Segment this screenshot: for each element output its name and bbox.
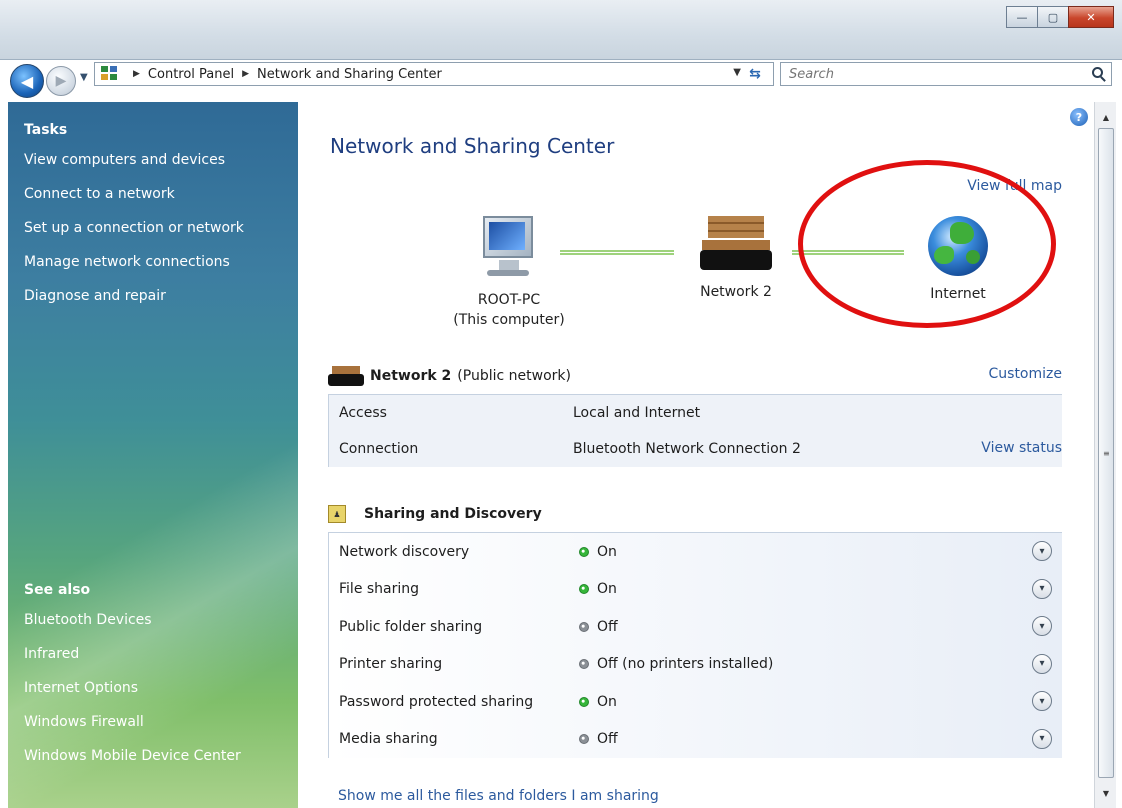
window-controls: — ▢ ✕ [1006,6,1114,28]
title-bar: — ▢ ✕ [0,0,1122,60]
network-row-connection: Connection Bluetooth Network Connection … [329,431,1062,467]
row-value: On [597,543,617,560]
vertical-scrollbar[interactable]: ▲ ≡ ▼ [1094,102,1116,808]
see-also-infrared[interactable]: Infrared [24,644,241,664]
scroll-up-icon[interactable]: ▲ [1097,108,1115,126]
network-details: Access Local and Internet Connection Blu… [328,394,1062,467]
network-header: Network 2 (Public network) Customize [328,364,1062,388]
row-key: Network discovery [339,543,470,560]
breadcrumb-network-sharing[interactable]: Network and Sharing Center [257,67,442,82]
row-value: Off [597,618,618,635]
computer-icon [473,212,545,284]
see-also-firewall[interactable]: Windows Firewall [24,712,241,732]
row-key: Password protected sharing [339,693,534,710]
task-manage-connections[interactable]: Manage network connections [24,252,298,272]
main-content: Network and Sharing Center View full map… [298,102,1094,808]
refresh-icon[interactable]: ⇆ [740,62,770,86]
network-section-name: Network 2 [370,368,452,384]
expand-chevron-icon[interactable]: ▾ [1032,691,1052,711]
scroll-thumb[interactable]: ≡ [1098,128,1114,778]
customize-link[interactable]: Customize [989,366,1063,382]
sharing-row-file-sharing: File sharing On ▾ [329,571,1062,609]
sharing-list: Network discovery On ▾ File sharing On ▾… [328,532,1062,758]
row-value: On [597,581,617,598]
search-box[interactable] [780,62,1112,86]
connection-line [560,250,674,255]
row-value: Local and Internet [573,405,701,421]
row-value: Off (no printers installed) [597,656,774,673]
task-diagnose-repair[interactable]: Diagnose and repair [24,286,298,306]
task-connect-network[interactable]: Connect to a network [24,184,298,204]
see-also-internet-options[interactable]: Internet Options [24,678,241,698]
sharing-icon: ♟ [328,505,346,523]
help-icon[interactable]: ? [1070,108,1088,126]
see-also-bluetooth[interactable]: Bluetooth Devices [24,610,241,630]
status-off-icon [579,734,589,745]
row-value: Off [597,731,618,748]
row-key: Access [339,405,387,421]
search-icon[interactable] [1092,67,1103,78]
computer-sub: (This computer) [453,312,565,328]
history-dropdown-icon[interactable]: ▼ [80,72,88,83]
network-row-access: Access Local and Internet [329,395,1062,431]
expand-chevron-icon[interactable]: ▾ [1032,728,1052,749]
sharing-row-password: Password protected sharing On ▾ [329,683,1062,721]
expand-chevron-icon[interactable]: ▾ [1032,653,1052,674]
show-shared-files-link[interactable]: Show me all the files and folders I am s… [338,788,659,804]
map-node-network[interactable]: Network 2 [666,212,806,302]
network-bench-icon [698,212,774,276]
breadcrumb-separator-icon: ▶ [133,69,140,79]
status-on-icon [579,546,589,557]
control-panel-icon [101,66,119,82]
minimize-button[interactable]: — [1006,6,1038,28]
see-also-heading: See also [24,582,91,598]
annotation-circle [798,160,1056,328]
sharing-row-public-folder: Public folder sharing Off ▾ [329,608,1062,646]
close-button[interactable]: ✕ [1068,6,1114,28]
maximize-button[interactable]: ▢ [1037,6,1069,28]
network-section-type: (Public network) [457,368,571,384]
status-on-icon [579,584,589,595]
computer-name: ROOT-PC [477,292,541,308]
sharing-title: Sharing and Discovery [364,506,542,522]
forward-button[interactable]: ▶ [46,66,76,96]
task-pane: Tasks View computers and devices Connect… [8,102,298,808]
breadcrumb-control-panel[interactable]: Control Panel [148,67,234,82]
expand-chevron-icon[interactable]: ▾ [1032,616,1052,636]
status-off-icon [579,621,589,632]
network-bench-icon [328,364,364,388]
back-button[interactable]: ◀ [10,64,44,98]
status-off-icon [579,659,589,670]
row-value: On [597,693,617,710]
row-key: Printer sharing [339,656,443,673]
expand-chevron-icon[interactable]: ▾ [1032,541,1052,561]
page-title: Network and Sharing Center [330,134,615,158]
grip-icon: ≡ [1103,449,1110,458]
forward-arrow-icon: ▶ [55,73,67,89]
expand-chevron-icon[interactable]: ▾ [1032,578,1052,599]
scroll-down-icon[interactable]: ▼ [1097,784,1115,802]
back-arrow-icon: ◀ [20,71,34,91]
sharing-row-printer: Printer sharing Off (no printers install… [329,646,1062,684]
address-bar[interactable]: ▶ Control Panel ▶ Network and Sharing Ce… [94,62,774,86]
row-key: Media sharing [339,731,438,748]
row-key: Connection [339,441,419,457]
sharing-row-media: Media sharing Off ▾ [329,721,1062,759]
row-key: Public folder sharing [339,618,483,635]
map-node-computer[interactable]: ROOT-PC (This computer) [424,212,594,330]
sharing-header: ♟ Sharing and Discovery [328,502,1062,526]
see-also-mobile-device-center[interactable]: Windows Mobile Device Center [24,746,241,766]
task-setup-connection[interactable]: Set up a connection or network [24,218,298,238]
search-input[interactable] [789,66,1069,82]
view-status-link[interactable]: View status [981,440,1062,456]
tasks-heading: Tasks [24,122,68,138]
breadcrumb-separator-icon: ▶ [242,69,250,79]
task-view-computers[interactable]: View computers and devices [24,150,298,170]
row-key: File sharing [339,581,420,598]
network-name: Network 2 [700,284,772,300]
sharing-row-network-discovery: Network discovery On ▾ [329,533,1062,571]
status-on-icon [579,696,589,707]
